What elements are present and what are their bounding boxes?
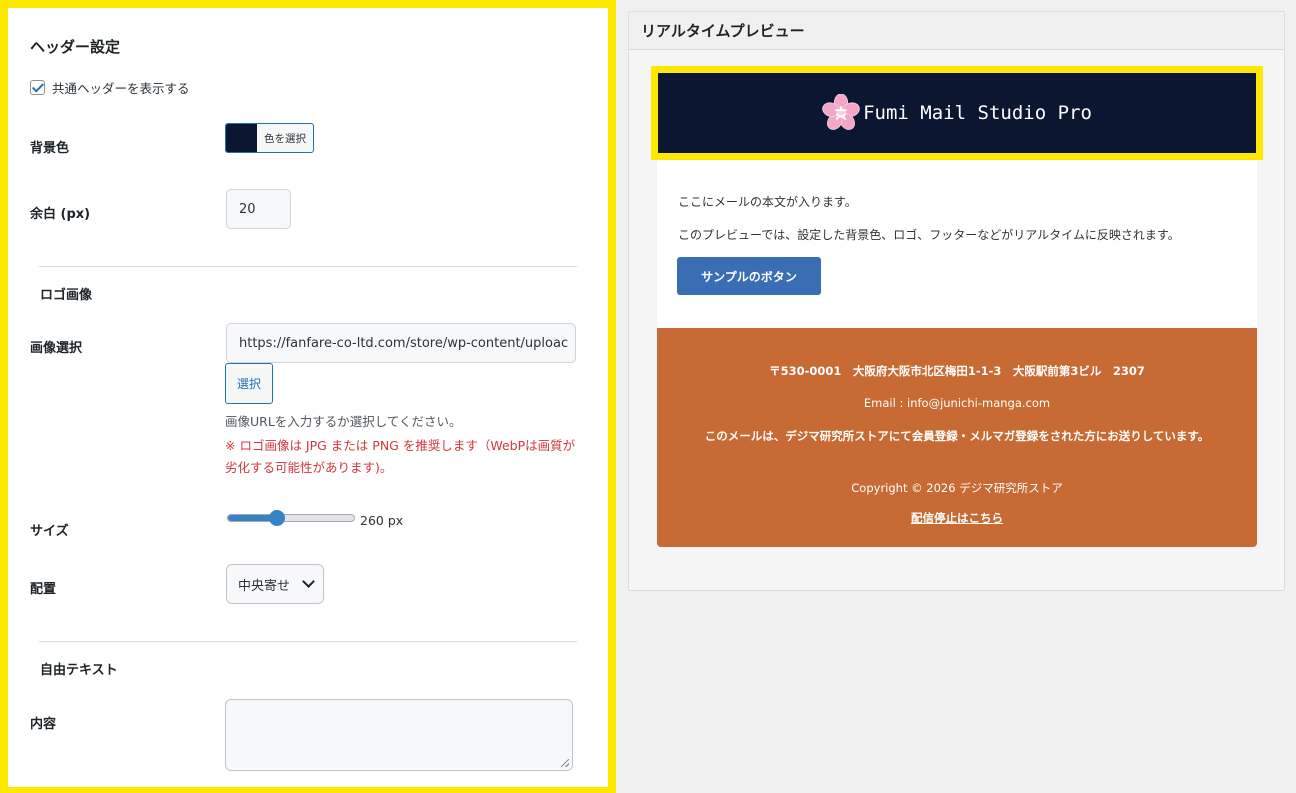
divider bbox=[39, 641, 577, 642]
section-title-header: ヘッダー設定 bbox=[30, 38, 121, 56]
image-help-text: 画像URLを入力するか選択してください。 bbox=[225, 414, 462, 429]
footer-address: 〒530-0001 大阪府大阪市北区梅田1-1-3 大阪駅前第3ビル 2307 bbox=[769, 364, 1145, 378]
bg-color-label: 背景色 bbox=[30, 141, 70, 156]
footer-notice: このメールは、デジマ研究所ストアにて会員登録・メルマガ登録をされた方にお送りして… bbox=[704, 429, 1210, 443]
select-image-button[interactable]: 選択 bbox=[225, 363, 273, 404]
bg-color-picker-button[interactable]: 色を選択 bbox=[225, 123, 314, 153]
size-label: サイズ bbox=[30, 524, 69, 539]
show-header-label: 共通ヘッダーを表示する bbox=[52, 81, 190, 96]
body-text-line1: ここにメールの本文が入ります。 bbox=[678, 195, 857, 209]
chevron-down-icon bbox=[302, 575, 315, 588]
resize-grip-icon[interactable] bbox=[561, 759, 569, 767]
sample-button[interactable]: サンプルのボタン bbox=[677, 257, 821, 295]
preview-email-body: ここにメールの本文が入ります。 このプレビューでは、設定した背景色、ロゴ、フッタ… bbox=[657, 160, 1257, 328]
body-text-line2: このプレビューでは、設定した背景色、ロゴ、フッターなどがリアルタイムに反映されま… bbox=[678, 228, 1180, 242]
preview-logo: Fumi Mail Studio Pro bbox=[822, 94, 1092, 132]
free-text-section-title: 自由テキスト bbox=[40, 663, 118, 678]
preview-email-footer: 〒530-0001 大阪府大阪市北区梅田1-1-3 大阪駅前第3ビル 2307 … bbox=[657, 328, 1257, 547]
preview-title: リアルタイムプレビュー bbox=[629, 12, 1284, 50]
content-label: 内容 bbox=[30, 717, 57, 732]
unsubscribe-link[interactable]: 配信停止はこちら bbox=[657, 510, 1257, 526]
logo-section-title: ロゴ画像 bbox=[40, 288, 93, 303]
divider bbox=[39, 266, 577, 267]
content-textarea[interactable] bbox=[225, 699, 573, 771]
footer-email: Email : info@junichi-manga.com bbox=[863, 396, 1051, 410]
align-select[interactable]: 中央寄せ bbox=[226, 564, 324, 604]
slider-thumb[interactable] bbox=[269, 510, 286, 526]
image-warning-text: ※ ロゴ画像は JPG または PNG を推奨します（WebPは画質が劣化する可… bbox=[225, 438, 576, 475]
padding-input[interactable]: 20 bbox=[226, 189, 291, 229]
color-picker-label: 色を選択 bbox=[264, 132, 306, 145]
logo-size-slider[interactable] bbox=[227, 510, 355, 526]
show-header-toggle[interactable]: 共通ヘッダーを表示する bbox=[30, 78, 190, 97]
footer-copyright: Copyright © 2026 デジマ研究所ストア bbox=[851, 481, 1063, 495]
show-header-checkbox[interactable] bbox=[30, 80, 45, 95]
realtime-preview-panel: リアルタイムプレビュー Fumi Mail Studio Pro ここにメールの… bbox=[628, 11, 1285, 591]
image-select-label: 画像選択 bbox=[30, 341, 83, 356]
align-label: 配置 bbox=[30, 582, 57, 597]
size-value: 260 px bbox=[360, 513, 404, 528]
preview-logo-text: Fumi Mail Studio Pro bbox=[863, 102, 1092, 124]
header-settings-panel: ヘッダー設定 共通ヘッダーを表示する 背景色 色を選択 余白 (px) 20 ロ… bbox=[0, 0, 616, 793]
preview-email-header: Fumi Mail Studio Pro bbox=[651, 66, 1263, 160]
logo-url-input[interactable]: https://fanfare-co-ltd.com/store/wp-cont… bbox=[226, 323, 576, 363]
color-swatch bbox=[226, 124, 257, 152]
padding-label: 余白 (px) bbox=[30, 207, 91, 222]
sakura-icon bbox=[822, 94, 860, 130]
align-selected-value: 中央寄せ bbox=[238, 578, 291, 594]
